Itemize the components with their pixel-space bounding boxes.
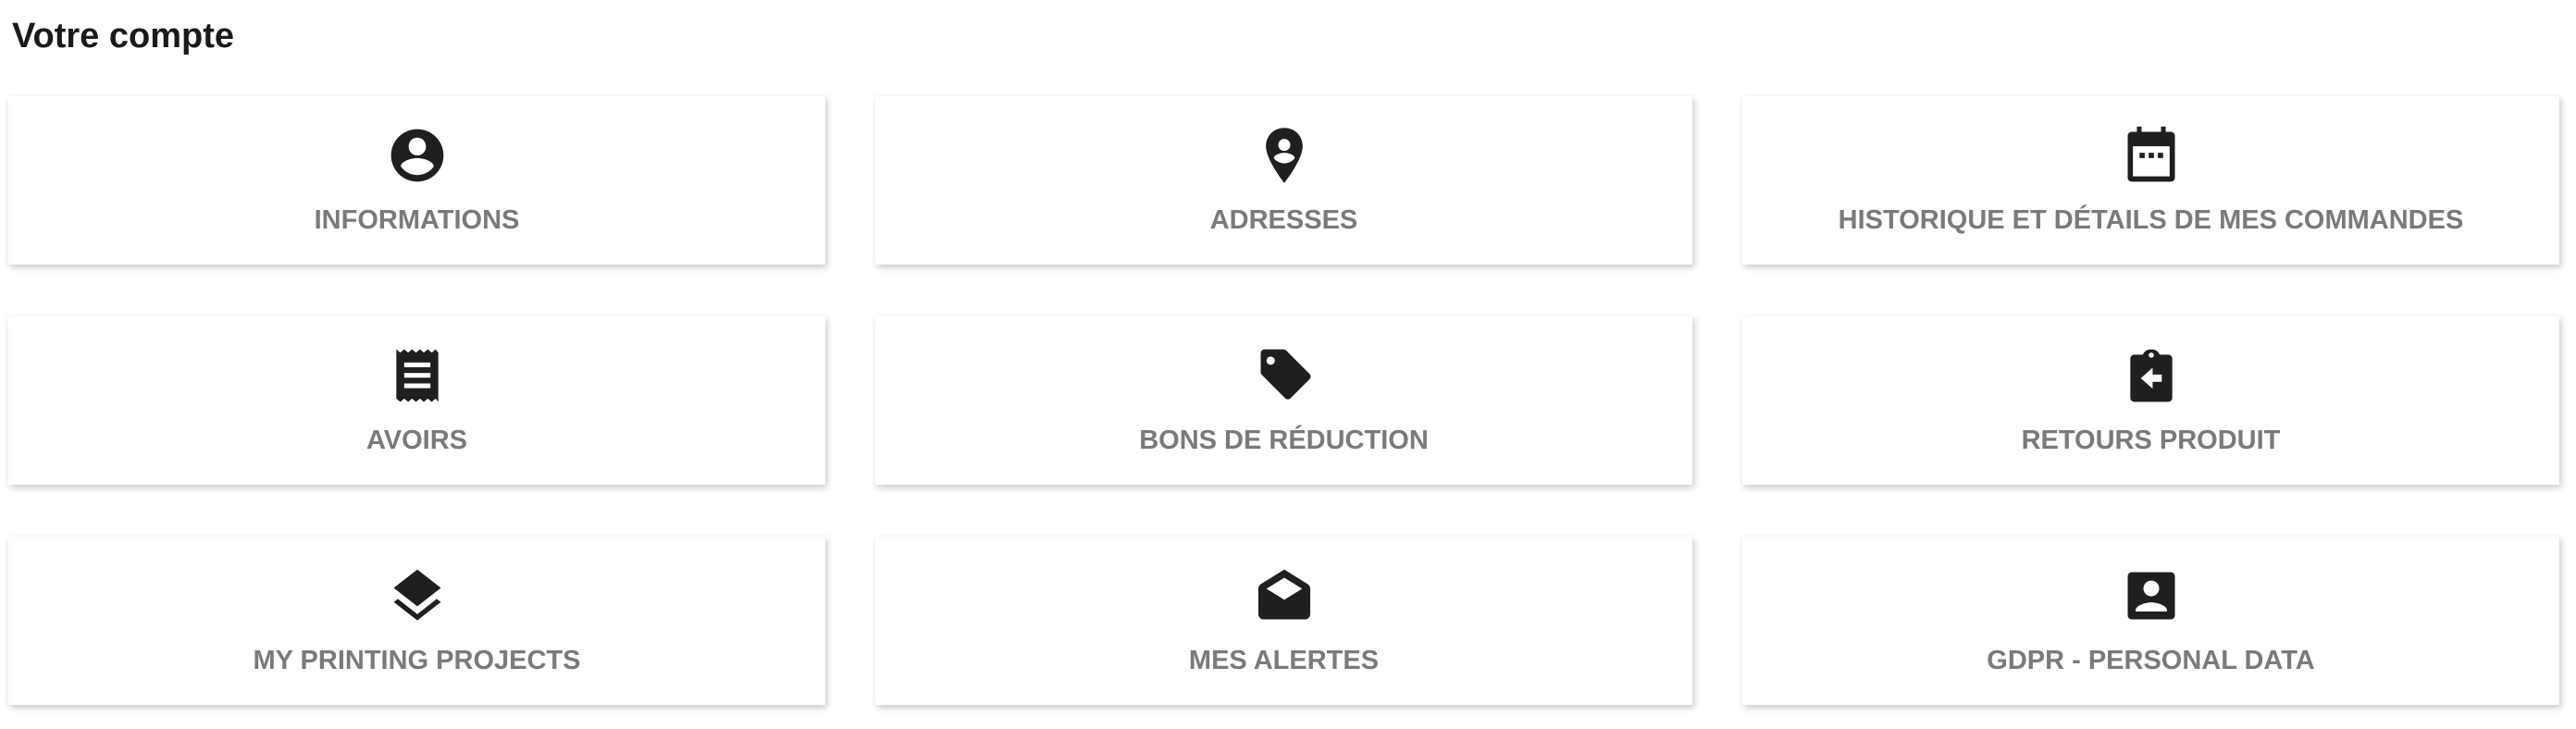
card-label: INFORMATIONS (314, 205, 520, 235)
card-label: BONS DE RÉDUCTION (1139, 426, 1429, 455)
card-label: AVOIRS (365, 426, 468, 455)
account-links-grid: INFORMATIONS ADRESSES HISTORIQUE ET DÉTA… (8, 96, 2560, 705)
account-box-icon (2120, 564, 2183, 627)
page-title: Votre compte (12, 17, 235, 56)
card-label: MES ALERTES (1188, 646, 1380, 675)
account-circle-icon (386, 124, 449, 187)
location-pin-icon (1253, 124, 1316, 187)
adresses-link[interactable]: ADRESSES (875, 96, 1692, 265)
receipt-icon (386, 344, 449, 407)
card-label: ADRESSES (1209, 205, 1358, 235)
card-label: HISTORIQUE ET DÉTAILS DE MES COMMANDES (1838, 205, 2464, 235)
tag-icon (1253, 344, 1316, 407)
product-returns-link[interactable]: RETOURS PRODUIT (1742, 316, 2559, 485)
card-label: GDPR - PERSONAL DATA (1987, 646, 2315, 675)
card-label: RETOURS PRODUIT (2021, 426, 2281, 455)
informations-link[interactable]: INFORMATIONS (8, 96, 825, 265)
gdpr-link[interactable]: GDPR - PERSONAL DATA (1742, 537, 2559, 705)
open-envelope-icon (1253, 564, 1316, 627)
avoirs-link[interactable]: AVOIRS (8, 316, 825, 485)
vouchers-link[interactable]: BONS DE RÉDUCTION (875, 316, 1692, 485)
clipboard-return-icon (2120, 344, 2183, 407)
calendar-icon (2120, 124, 2183, 187)
card-label: MY PRINTING PROJECTS (253, 646, 581, 675)
order-history-link[interactable]: HISTORIQUE ET DÉTAILS DE MES COMMANDES (1742, 96, 2559, 265)
alerts-link[interactable]: MES ALERTES (875, 537, 1692, 705)
printing-projects-link[interactable]: MY PRINTING PROJECTS (8, 537, 825, 705)
layers-icon (386, 564, 449, 627)
